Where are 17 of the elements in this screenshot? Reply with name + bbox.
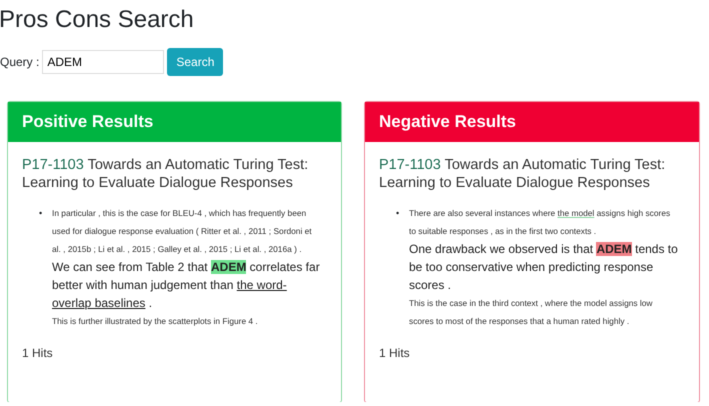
matched-sentence: One drawback we observed is that ADEM tends to be too conservative when predicting response scores .	[409, 241, 679, 294]
bullet-mark: •	[396, 207, 400, 220]
context-text: This is further illustrated by the scatterplots in Figure 4 .	[52, 315, 259, 328]
query-field[interactable]: ADEM	[42, 50, 164, 74]
context-text: In particular , this is the case for BLEU-4 , which has frequently been used for dialogue response evaluation ( Ritter et al. , 2011 ; Sordoni et al. , 2015b ; Li et al. , 2015 ; Galley et al. , 2015 ; Li et al. , 2016a ) .	[52, 207, 313, 256]
panel-header: Positive Results	[8, 102, 341, 142]
query-label: Query :	[0, 55, 40, 69]
result-title: P17-1103 Towards an Automatic Turing Test: Learning to Evaluate Dialogue Responses	[22, 156, 310, 192]
bullet-mark: •	[39, 207, 44, 220]
context-text: There are also several instances where the model assigns high scores to suitable responses , as in the first two contexts .	[409, 207, 672, 238]
hits-count: 1 Hits	[22, 346, 54, 360]
hits-count: 1 Hits	[379, 346, 411, 360]
matched-sentence: We can see from Table 2 that ADEM correlates far better with human judgement than the word-overlap baselines .	[52, 259, 321, 312]
panel-header: Negative Results	[365, 102, 699, 142]
page-title: Pros Cons Search	[0, 6, 195, 34]
context-text: This is the case in the third context , where the model assigns low scores to most of the responses that a human rated highly .	[409, 297, 654, 328]
result-title: P17-1103 Towards an Automatic Turing Test: Learning to Evaluate Dialogue Responses	[379, 156, 666, 192]
